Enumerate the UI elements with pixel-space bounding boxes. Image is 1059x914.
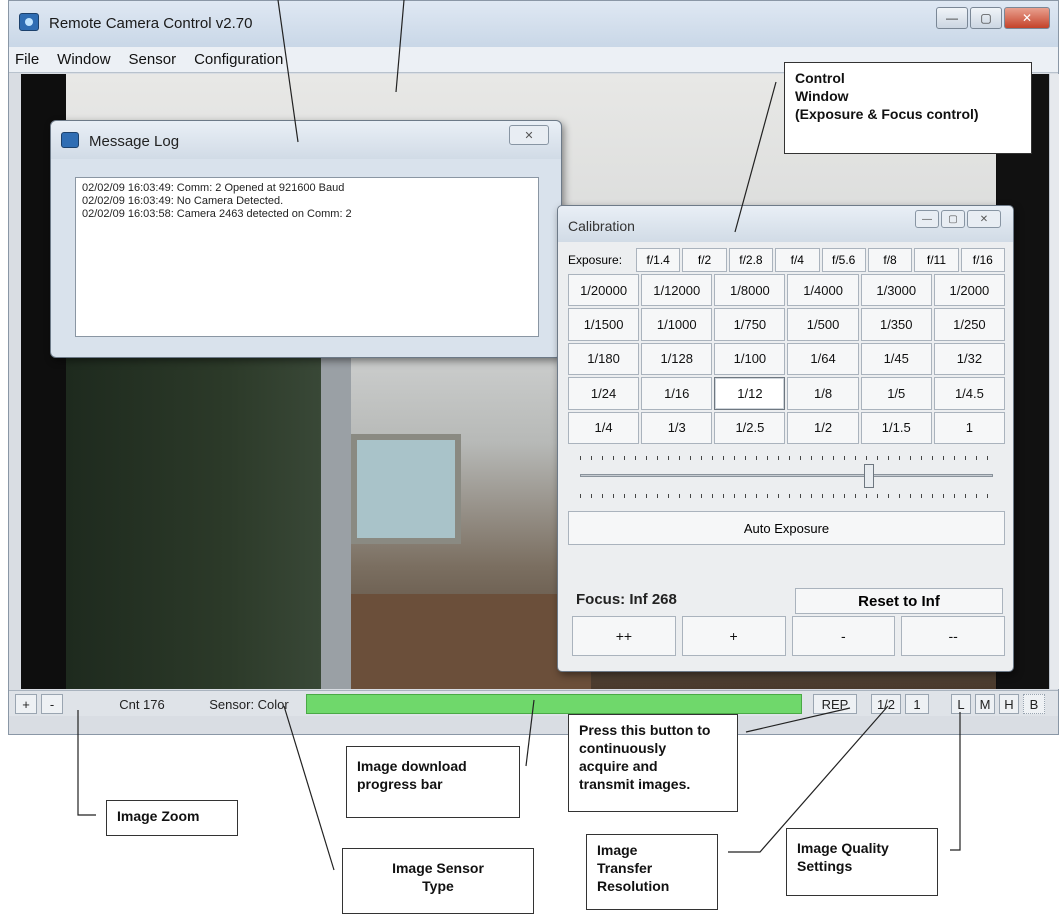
shutter-speed-button[interactable]: 1/8000 <box>714 274 786 307</box>
calibration-maximize-button[interactable]: ▢ <box>941 210 965 228</box>
quality-high-button[interactable]: H <box>999 694 1019 714</box>
shutter-speed-button[interactable]: 1/180 <box>568 342 640 376</box>
quality-medium-button[interactable]: M <box>975 694 995 714</box>
shutter-speed-button[interactable]: 1/1500 <box>568 308 640 341</box>
annotation-transfer-resolution: Image Transfer Resolution <box>586 834 718 910</box>
shutter-speed-button[interactable]: 1/64 <box>787 342 859 376</box>
calibration-close-button[interactable]: ✕ <box>967 210 1001 228</box>
annotation-rep-button: Press this button to continuously acquir… <box>568 714 738 812</box>
shutter-speed-grid: 1/20000 1/12000 1/8000 1/4000 1/3000 1/2000 1/… <box>568 274 1005 444</box>
shutter-speed-button[interactable]: 1/2.5 <box>714 411 786 444</box>
menu-file[interactable]: File <box>15 51 39 68</box>
message-log-close-button[interactable]: ✕ <box>509 125 549 145</box>
shutter-speed-button[interactable]: 1/16 <box>641 377 713 410</box>
shutter-speed-button[interactable]: 1/500 <box>787 308 859 341</box>
shutter-speed-button[interactable]: 1/4.5 <box>933 377 1005 410</box>
quality-low-button[interactable]: L <box>951 694 971 714</box>
focus-buttons: ++ + - -- <box>572 616 1005 656</box>
log-line: 02/02/09 16:03:49: No Camera Detected. <box>82 195 284 207</box>
shutter-speed-button[interactable]: 1/1.5 <box>860 411 932 444</box>
exposure-label: Exposure: <box>568 253 623 267</box>
shutter-speed-button[interactable]: 1/12000 <box>641 274 713 307</box>
shutter-speed-button[interactable]: 1/2000 <box>933 274 1005 307</box>
message-log-icon <box>61 132 79 148</box>
download-progress-bar <box>306 694 802 714</box>
focus-plus-button[interactable]: + <box>681 616 786 656</box>
minimize-button[interactable]: — <box>936 7 968 29</box>
menu-sensor[interactable]: Sensor <box>129 51 177 68</box>
app-title: Remote Camera Control v2.70 <box>49 15 253 32</box>
shutter-speed-button[interactable]: 1/20000 <box>568 274 640 307</box>
aperture-button[interactable]: f/5.6 <box>821 248 866 272</box>
focus-minus-button[interactable]: - <box>791 616 896 656</box>
maximize-button[interactable]: ▢ <box>970 7 1002 29</box>
message-log-list: 02/02/09 16:03:49: Comm: 2 Opened at 921… <box>75 177 539 337</box>
exposure-slider[interactable] <box>570 450 1003 506</box>
aperture-button[interactable]: f/16 <box>960 248 1005 272</box>
sensor-type: Sensor: Color <box>209 696 289 712</box>
focus-readout: Focus: Inf 268 <box>576 591 677 608</box>
annotation-sensor-type: Image Sensor Type <box>342 848 534 914</box>
message-log-window: Message Log ✕ 02/02/09 16:03:49: Comm: 2… <box>50 120 562 358</box>
calibration-minimize-button[interactable]: — <box>915 210 939 228</box>
vertical-scrollbar[interactable] <box>1049 74 1059 689</box>
zoom-out-button[interactable]: - <box>41 694 63 714</box>
message-log-title: Message Log <box>89 133 180 150</box>
aperture-button[interactable]: f/2.8 <box>728 248 774 272</box>
shutter-speed-button[interactable]: 1/4 <box>568 411 640 444</box>
shutter-speed-button[interactable]: 1/100 <box>714 342 786 376</box>
menu-window[interactable]: Window <box>57 51 110 68</box>
shutter-speed-button[interactable]: 1/750 <box>714 308 786 341</box>
title-bar: Remote Camera Control v2.70 — ▢ ✕ <box>9 1 1058 47</box>
quality-best-button[interactable]: B <box>1023 694 1045 714</box>
frame-count: Cnt 176 <box>119 696 165 712</box>
annotation-download-progress: Image download progress bar <box>346 746 520 818</box>
slider-thumb[interactable] <box>864 464 875 488</box>
shutter-speed-button[interactable]: 1/1000 <box>641 308 713 341</box>
status-bar: + - Cnt 176 Sensor: Color REP 1/2 1 L M … <box>9 690 1058 716</box>
log-line: 02/02/09 16:03:58: Camera 2463 detected … <box>82 208 352 220</box>
resolution-full-button[interactable]: 1 <box>905 694 929 714</box>
aperture-button[interactable]: f/8 <box>867 248 913 272</box>
calibration-title: Calibration <box>568 218 635 234</box>
shutter-speed-button[interactable]: 1/32 <box>933 342 1005 376</box>
shutter-speed-button[interactable]: 1 <box>933 411 1005 444</box>
annotation-control-window: Control Window (Exposure & Focus control… <box>784 62 1032 154</box>
focus-plus-plus-button[interactable]: ++ <box>572 616 676 656</box>
shutter-speed-button[interactable]: 1/8 <box>787 377 859 410</box>
aperture-button[interactable]: f/2 <box>682 248 727 272</box>
shutter-speed-button[interactable]: 1/2 <box>787 411 859 444</box>
shutter-speed-button[interactable]: 1/128 <box>641 342 713 376</box>
menu-configuration[interactable]: Configuration <box>194 51 283 68</box>
shutter-speed-button[interactable]: 1/4000 <box>787 274 859 307</box>
aperture-row: Exposure: f/1.4 f/2 f/2.8 f/4 f/5.6 f/8 … <box>568 248 1005 272</box>
aperture-button[interactable]: f/11 <box>914 248 959 272</box>
rep-button[interactable]: REP <box>813 694 857 714</box>
calibration-window: Calibration — ▢ ✕ Exposure: f/1.4 f/2 f/… <box>557 205 1014 672</box>
close-button[interactable]: ✕ <box>1004 7 1050 29</box>
focus-minus-minus-button[interactable]: -- <box>901 616 1005 656</box>
shutter-speed-button[interactable]: 1/24 <box>568 377 640 410</box>
reset-to-inf-button[interactable]: Reset to Inf <box>795 588 1003 614</box>
shutter-speed-button[interactable]: 1/3 <box>641 411 713 444</box>
shutter-speed-button[interactable]: 1/45 <box>860 342 932 376</box>
aperture-button[interactable]: f/1.4 <box>636 248 681 272</box>
auto-exposure-button[interactable]: Auto Exposure <box>568 511 1005 545</box>
annotation-image-zoom: Image Zoom <box>106 800 238 836</box>
aperture-button[interactable]: f/4 <box>775 248 820 272</box>
annotation-quality-settings: Image Quality Settings <box>786 828 938 896</box>
camera-app-icon <box>19 13 39 31</box>
shutter-speed-button[interactable]: 1/12 <box>714 377 786 410</box>
shutter-speed-button[interactable]: 1/350 <box>860 308 932 341</box>
log-line: 02/02/09 16:03:49: Comm: 2 Opened at 921… <box>82 182 345 194</box>
shutter-speed-button[interactable]: 1/250 <box>933 308 1005 341</box>
shutter-speed-button[interactable]: 1/3000 <box>860 274 932 307</box>
shutter-speed-button[interactable]: 1/5 <box>860 377 932 410</box>
zoom-in-button[interactable]: + <box>15 694 37 714</box>
resolution-half-button[interactable]: 1/2 <box>871 694 901 714</box>
